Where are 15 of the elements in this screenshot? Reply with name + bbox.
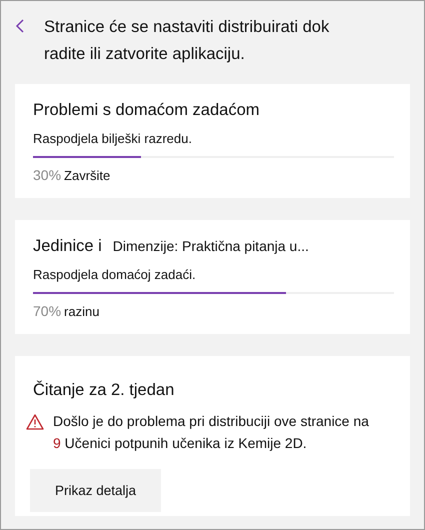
card-subtitle: Dimenzije: Praktična pitanja u... — [112, 238, 309, 254]
card-description: Raspodjela bilješki razredu. — [33, 131, 193, 146]
progress-percent: 30% — [33, 167, 62, 183]
back-icon[interactable] — [15, 19, 24, 33]
card-description: Raspodjela domaćoj zadaći. — [33, 267, 197, 282]
card-title: Problemi s domaćom zadaćom — [33, 101, 260, 120]
details-button[interactable]: Prikaz detalja — [30, 469, 161, 512]
progress-status: razinu — [64, 304, 100, 319]
progress-percent: 70% — [33, 303, 62, 319]
status-message: Stranice će se nastaviti distribuirati dok radite ili zatvorite aplikaciju. — [44, 17, 330, 65]
warning-icon — [26, 414, 44, 430]
progress-status: Završite — [64, 168, 110, 183]
card-title: Čitanje za 2. tjedan — [33, 381, 176, 400]
error-message: Došlo je do problema pri distribuciji ove stranice na 9 Učenici potpunih učenika iz Kemije 2D. — [53, 412, 369, 453]
card-title: Jedinice i — [33, 237, 102, 256]
